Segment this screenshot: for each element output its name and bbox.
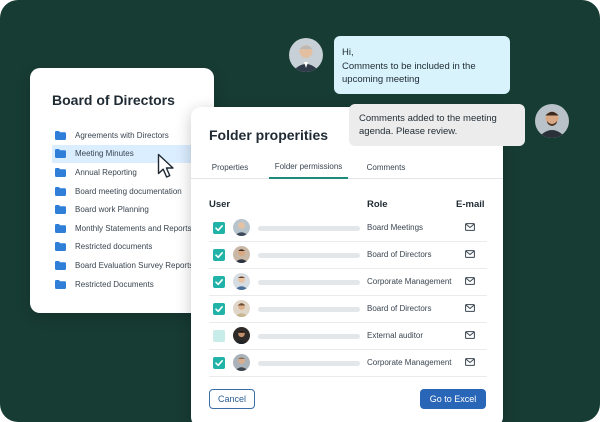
role-text: Board of Directors (367, 250, 432, 259)
checkmark-icon (215, 225, 223, 232)
folder-icon (55, 242, 66, 252)
permission-checkbox[interactable] (213, 222, 225, 234)
chat-message-reply: Comments added to the meeting agenda. Pl… (349, 104, 525, 146)
folder-icon (55, 279, 66, 289)
user-name-placeholder (258, 361, 360, 366)
table-row: External auditor (209, 323, 487, 350)
user-name-placeholder (258, 280, 360, 285)
folder-label: Restricted documents (75, 242, 153, 252)
column-header-role: Role (367, 199, 388, 210)
role-text: Corporate Management (367, 358, 452, 367)
table-row: Board Meetings (209, 215, 487, 242)
checkmark-icon (215, 360, 223, 367)
folder-label: Board work Planning (75, 205, 149, 215)
folder-icon (55, 149, 66, 159)
go-to-excel-button[interactable]: Go to Excel (420, 389, 486, 409)
permission-checkbox[interactable] (213, 357, 225, 369)
folder-icon (55, 186, 66, 196)
board-panel: Board of Directors Agreements with Direc… (30, 68, 222, 313)
message-line: upcoming meeting (342, 74, 420, 85)
folder-label: Monthly Statements and Reports (75, 223, 192, 233)
checkmark-icon (215, 252, 223, 259)
folder-icon (55, 223, 66, 233)
folder-label: Meeting Minutes (75, 149, 134, 159)
folder-label: Board meeting documentation (75, 186, 182, 196)
table-row: Corporate Management (209, 269, 487, 296)
role-text: Board of Directors (367, 304, 432, 313)
permission-checkbox[interactable] (213, 303, 225, 315)
permission-checkbox[interactable] (213, 330, 225, 342)
mail-icon[interactable] (465, 250, 475, 258)
role-text: Corporate Management (367, 277, 452, 286)
table-row: Corporate Management (209, 350, 487, 377)
avatar (233, 219, 250, 236)
checkmark-icon (215, 306, 223, 313)
folder-label: Restricted Documents (75, 279, 154, 289)
tab-folder-permissions[interactable]: Folder permissions (269, 155, 348, 179)
board-title: Board of Directors (52, 92, 175, 108)
message-line: Comments to be included in the (342, 60, 476, 72)
tab-properties[interactable]: Properties (205, 155, 255, 179)
folder-label: Board Evaluation Survey Reports (75, 260, 194, 270)
role-text: Board Meetings (367, 223, 424, 232)
folder-properties-panel: Folder properities Properties Folder per… (191, 107, 503, 422)
mail-icon[interactable] (465, 304, 475, 312)
avatar (233, 273, 250, 290)
folder-icon (55, 130, 66, 140)
column-header-email: E-mail (456, 199, 485, 210)
cursor-arrow-icon (157, 153, 174, 178)
avatar (233, 246, 250, 263)
user-name-placeholder (258, 334, 360, 339)
sender-avatar (289, 38, 323, 72)
chat-message-incoming: Hi, Comments to be included in the upcom… (334, 36, 510, 94)
table-row: Board of Directors (209, 296, 487, 323)
checkmark-icon (215, 279, 223, 286)
tab-comments[interactable]: Comments (361, 155, 411, 179)
message-line: Comments added to the meeting (359, 113, 497, 124)
mail-icon[interactable] (465, 277, 475, 285)
avatar (233, 354, 250, 371)
cancel-button[interactable]: Cancel (209, 389, 255, 409)
folder-icon (55, 205, 66, 215)
column-header-user: User (209, 199, 231, 210)
mail-icon[interactable] (465, 331, 475, 339)
avatar (233, 327, 250, 344)
user-name-placeholder (258, 307, 360, 312)
permission-checkbox[interactable] (213, 249, 225, 261)
permission-checkbox[interactable] (213, 276, 225, 288)
mail-icon[interactable] (465, 223, 475, 231)
message-line: Hi, (342, 47, 354, 58)
reply-avatar (535, 104, 569, 138)
folder-icon (55, 260, 66, 270)
message-line: agenda. Please review. (359, 126, 458, 137)
user-name-placeholder (258, 253, 360, 258)
folder-label: Agreements with Directors (75, 130, 169, 140)
folder-icon (55, 167, 66, 177)
mail-icon[interactable] (465, 358, 475, 366)
tab-bar: Properties Folder permissions Comments (191, 155, 503, 179)
avatar (233, 300, 250, 317)
folder-label: Annual Reporting (75, 167, 137, 177)
background-stage: Board of Directors Agreements with Direc… (0, 0, 600, 422)
user-name-placeholder (258, 226, 360, 231)
role-text: External auditor (367, 331, 424, 340)
properties-title: Folder properities (209, 127, 329, 143)
table-row: Board of Directors (209, 242, 487, 269)
